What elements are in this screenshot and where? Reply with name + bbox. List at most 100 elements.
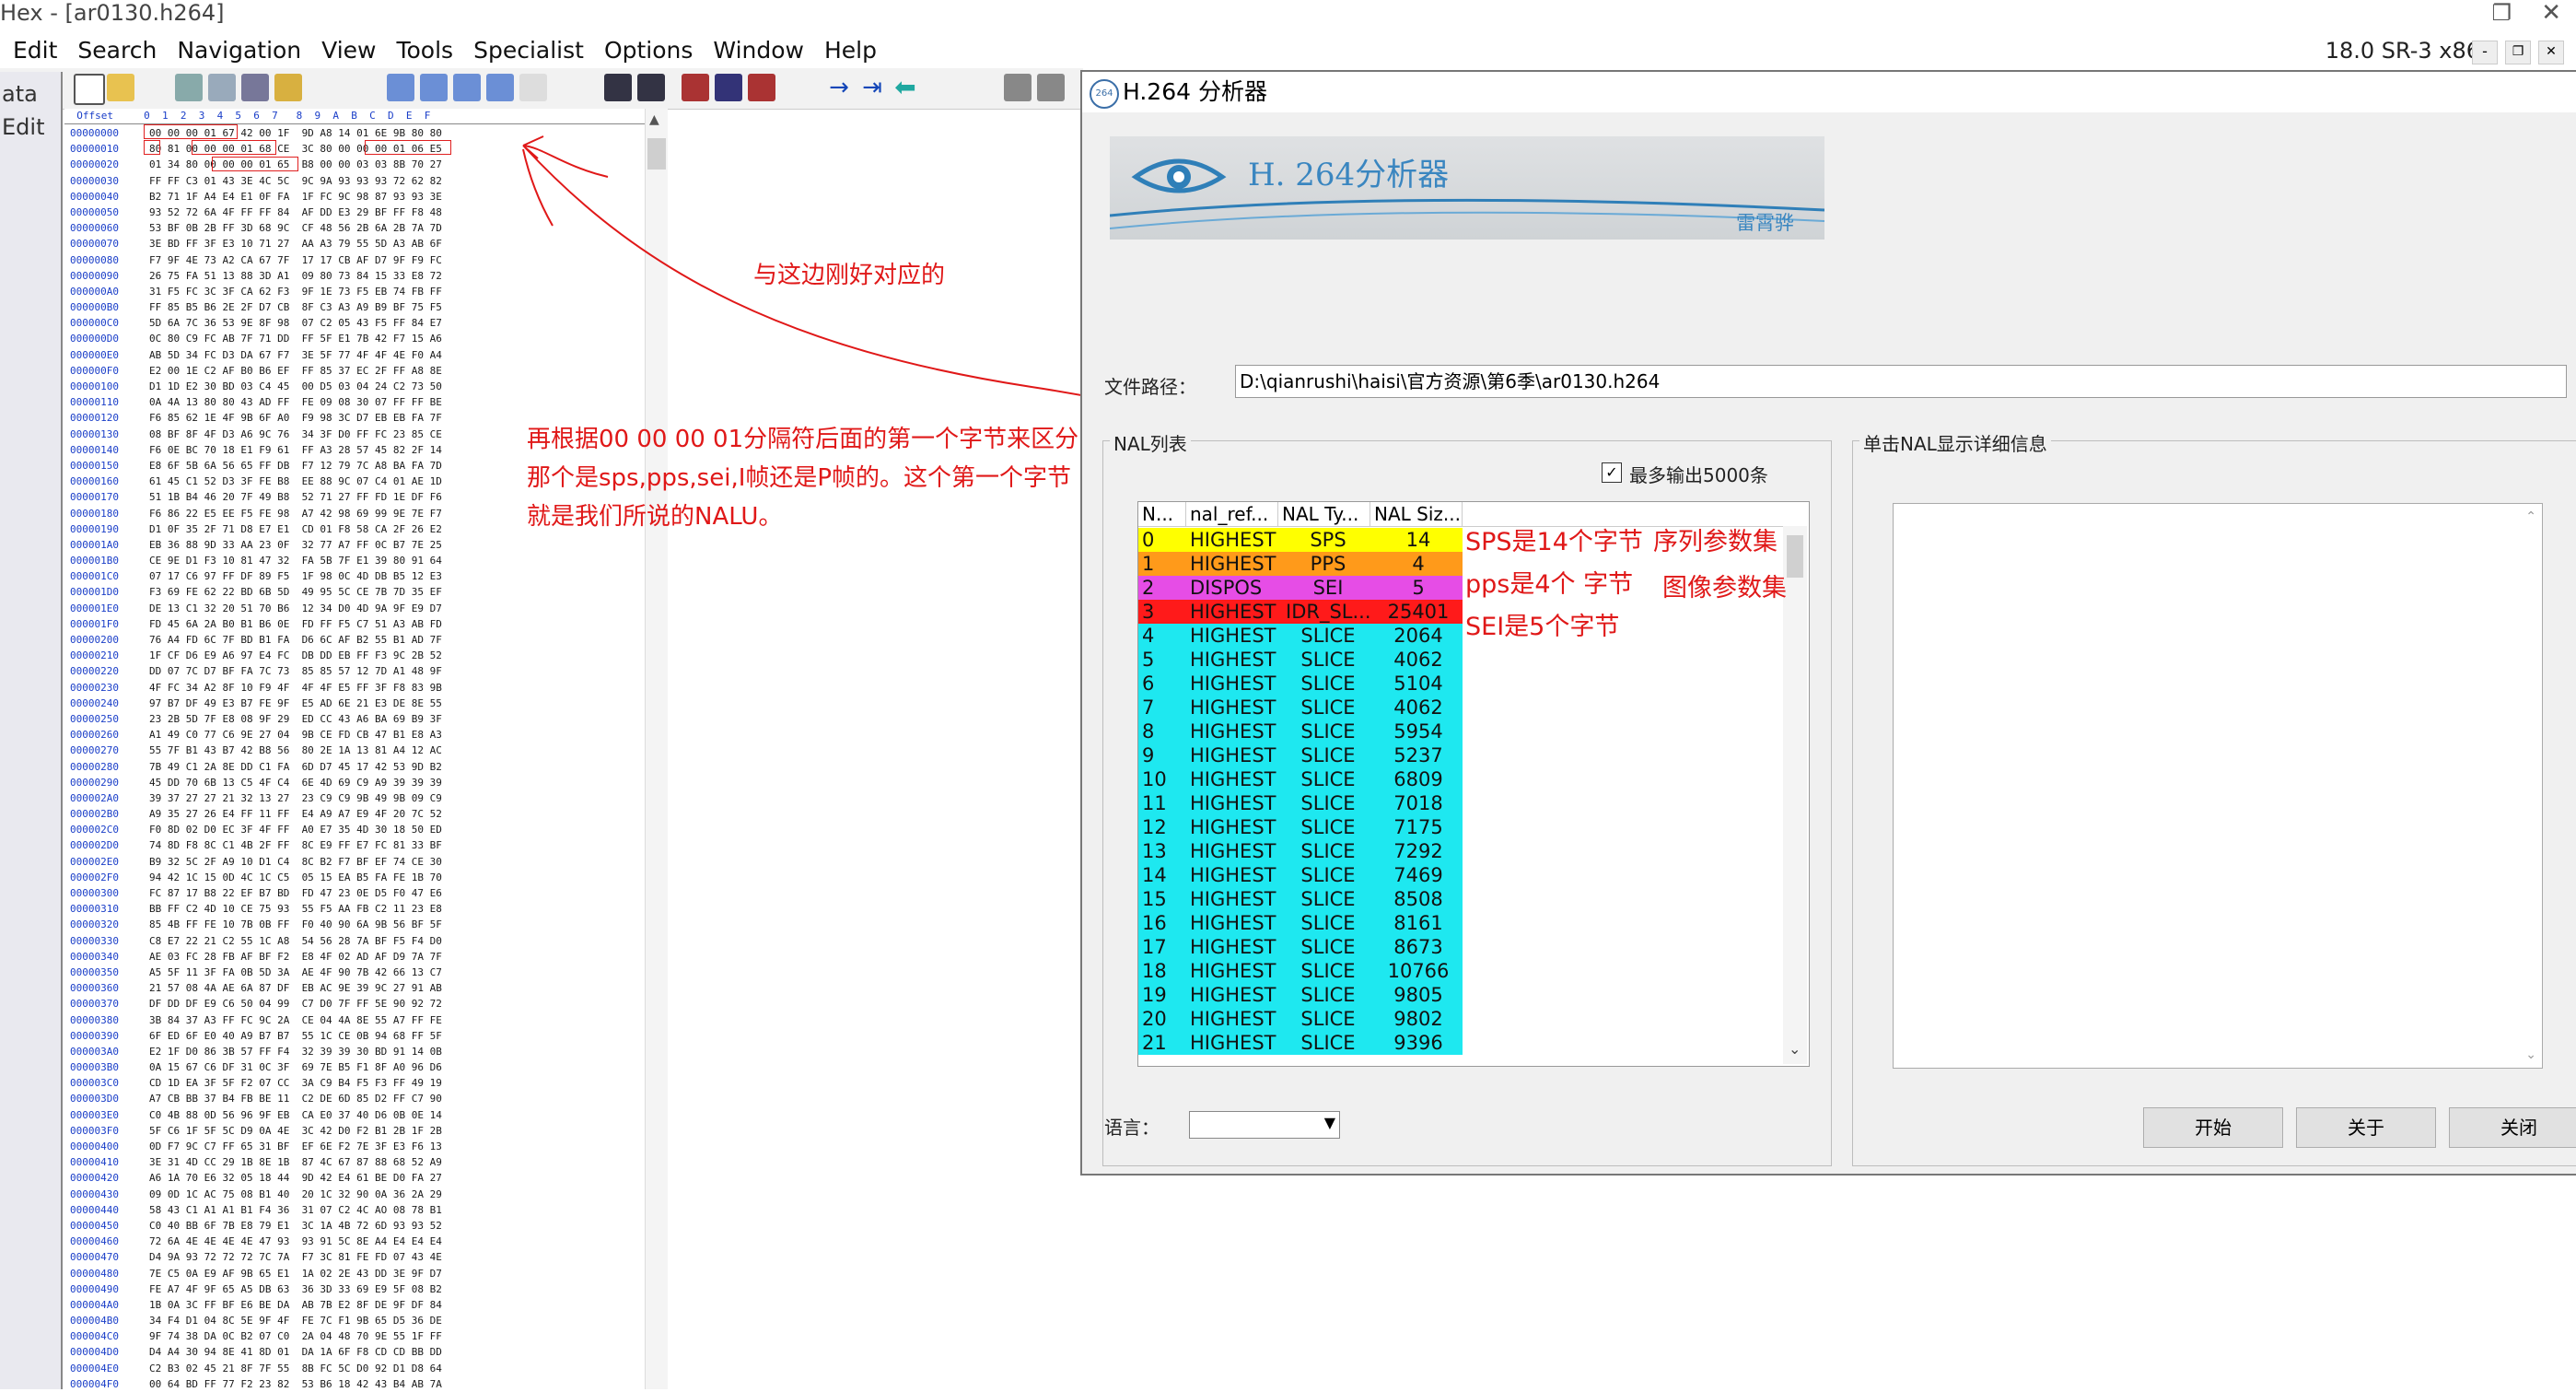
nal-row[interactable]: 13 HIGHEST SLICE 7292: [1138, 839, 1463, 863]
nal-row-type: SLICE: [1300, 1032, 1356, 1054]
banner-title: H. 264分析器: [1248, 157, 1450, 193]
nal-row[interactable]: 17 HIGHEST SLICE 8673: [1138, 935, 1463, 959]
nal-row-number: 16: [1142, 912, 1167, 934]
nal-list-scrollbar[interactable]: ⌄: [1783, 526, 1807, 1064]
nal-row-size: 9805: [1393, 984, 1443, 1006]
scroll-down-icon[interactable]: ⌄: [1789, 1040, 1801, 1058]
nal-row-number: 19: [1142, 984, 1167, 1006]
nal-row[interactable]: 5 HIGHEST SLICE 4062: [1138, 648, 1463, 672]
nal-row-number: 21: [1142, 1032, 1167, 1054]
analyzer-title-bar: 264 H.264 分析器: [1082, 72, 2576, 112]
nal-row[interactable]: 19 HIGHEST SLICE 9805: [1138, 983, 1463, 1007]
note-pps-desc: 图像参数集: [1662, 574, 1787, 602]
nal-list-scroll-thumb[interactable]: [1787, 535, 1803, 578]
nal-row[interactable]: 7 HIGHEST SLICE 4062: [1138, 696, 1463, 719]
nal-row-number: 5: [1142, 649, 1155, 671]
nal-row[interactable]: 9 HIGHEST SLICE 5237: [1138, 743, 1463, 767]
nal-row-number: 14: [1142, 864, 1167, 886]
nal-row-ref: HIGHEST: [1190, 936, 1276, 958]
detail-scroll-down-icon[interactable]: ⌄: [2525, 1047, 2536, 1062]
nal-row-ref: HIGHEST: [1190, 696, 1276, 719]
note-sps: SPS是14个字节: [1465, 528, 1643, 556]
annotation-explain-line2: 那个是sps,pps,sei,I帧还是P帧的。这个第一个字节: [527, 464, 1072, 492]
nal-row-ref: HIGHEST: [1190, 912, 1276, 934]
analyzer-title: H.264 分析器: [1123, 78, 1267, 105]
col-header-type[interactable]: NAL Ty...: [1278, 502, 1370, 526]
nal-row[interactable]: 6 HIGHEST SLICE 5104: [1138, 672, 1463, 696]
nal-row-number: 12: [1142, 816, 1167, 838]
nal-row-size: 10766: [1387, 960, 1450, 982]
about-button[interactable]: 关于: [2296, 1107, 2436, 1148]
nal-row-type: SPS: [1310, 529, 1346, 551]
nal-row-size: 7018: [1393, 792, 1443, 814]
nal-row-type: SLICE: [1300, 768, 1356, 790]
nal-row-type: SLICE: [1300, 792, 1356, 814]
close-button[interactable]: 关闭: [2449, 1107, 2576, 1148]
nal-row-type: IDR_SL...: [1286, 601, 1371, 623]
nal-row-size: 14: [1405, 529, 1431, 551]
language-select[interactable]: ▼: [1189, 1111, 1340, 1139]
nal-row-size: 9802: [1393, 1008, 1443, 1030]
detail-scroll-up-icon[interactable]: ⌃: [2525, 509, 2536, 524]
col-header-n[interactable]: N...: [1138, 502, 1186, 526]
nal-row[interactable]: 11 HIGHEST SLICE 7018: [1138, 791, 1463, 815]
nal-row-ref: DISPOS: [1190, 577, 1263, 599]
nal-row-size: 4062: [1393, 696, 1443, 719]
max-output-label: 最多输出5000条: [1629, 464, 1768, 486]
nal-row-ref: HIGHEST: [1190, 984, 1276, 1006]
nal-row-ref: HIGHEST: [1190, 601, 1276, 623]
nal-row-type: SLICE: [1300, 649, 1356, 671]
nal-row[interactable]: 16 HIGHEST SLICE 8161: [1138, 911, 1463, 935]
nal-row-number: 18: [1142, 960, 1167, 982]
nal-row[interactable]: 1 HIGHEST PPS 4: [1138, 552, 1463, 576]
nal-detail-view[interactable]: ⌃ ⌄: [1893, 503, 2543, 1069]
nal-row-size: 6809: [1393, 768, 1443, 790]
nal-row-size: 2064: [1393, 625, 1443, 647]
annotation-match-note: 与这边刚好对应的: [753, 262, 946, 289]
nal-row[interactable]: 14 HIGHEST SLICE 7469: [1138, 863, 1463, 887]
nal-row-type: SLICE: [1300, 673, 1356, 695]
nal-row[interactable]: 21 HIGHEST SLICE 9396: [1138, 1031, 1463, 1055]
nal-row-type: SLICE: [1300, 840, 1356, 862]
nal-row[interactable]: 12 HIGHEST SLICE 7175: [1138, 815, 1463, 839]
h264-analyzer-window: 264 H.264 分析器 H. 264分析器 雷霄骅 文件路径： D:\qia…: [1080, 70, 2576, 1176]
nal-row-type: SLICE: [1300, 744, 1356, 766]
nal-row-number: 11: [1142, 792, 1167, 814]
nal-row[interactable]: 3 HIGHEST IDR_SL... 25401: [1138, 600, 1463, 624]
col-header-size[interactable]: NAL Siz...: [1370, 502, 1463, 526]
nal-row[interactable]: 15 HIGHEST SLICE 8508: [1138, 887, 1463, 911]
nal-row[interactable]: 10 HIGHEST SLICE 6809: [1138, 767, 1463, 791]
nal-row[interactable]: 0 HIGHEST SPS 14: [1138, 528, 1463, 552]
nal-row-ref: HIGHEST: [1190, 960, 1276, 982]
path-label: 文件路径：: [1104, 376, 1196, 398]
nal-row[interactable]: 20 HIGHEST SLICE 9802: [1138, 1007, 1463, 1031]
col-header-ref[interactable]: nal_ref...: [1186, 502, 1278, 526]
file-path-input[interactable]: D:\qianrushi\haisi\官方资源\第6季\ar0130.h264: [1235, 365, 2567, 398]
nal-row-size: 4: [1412, 553, 1425, 575]
nal-row-number: 17: [1142, 936, 1167, 958]
banner-author: 雷霄骅: [1736, 212, 1794, 234]
nal-row-type: SLICE: [1300, 816, 1356, 838]
nal-row[interactable]: 2 DISPOS SEI 5: [1138, 576, 1463, 600]
nal-row-ref: HIGHEST: [1190, 553, 1276, 575]
nal-row-ref: HIGHEST: [1190, 625, 1276, 647]
nal-row[interactable]: 4 HIGHEST SLICE 2064: [1138, 624, 1463, 648]
nal-row[interactable]: 18 HIGHEST SLICE 10766: [1138, 959, 1463, 983]
nal-row-number: 15: [1142, 888, 1167, 910]
nal-row-number: 0: [1142, 529, 1155, 551]
nal-row-size: 4062: [1393, 649, 1443, 671]
nal-row-size: 9396: [1393, 1032, 1443, 1054]
nal-row-size: 8673: [1393, 936, 1443, 958]
nal-row-number: 10: [1142, 768, 1167, 790]
nal-row-ref: HIGHEST: [1190, 768, 1276, 790]
nal-row-ref: HIGHEST: [1190, 816, 1276, 838]
nal-row-number: 2: [1142, 577, 1155, 599]
nal-row-type: SLICE: [1300, 720, 1356, 743]
nal-row-ref: HIGHEST: [1190, 840, 1276, 862]
annotation-explain: 再根据00 00 00 01分隔符后面的第一个字节来区分 那个是sps,pps,…: [527, 420, 1078, 536]
nal-row-size: 5237: [1393, 744, 1443, 766]
max-output-checkbox[interactable]: ✓: [1602, 462, 1622, 483]
start-button[interactable]: 开始: [2143, 1107, 2283, 1148]
nal-row-type: SLICE: [1300, 960, 1356, 982]
nal-row[interactable]: 8 HIGHEST SLICE 5954: [1138, 719, 1463, 743]
